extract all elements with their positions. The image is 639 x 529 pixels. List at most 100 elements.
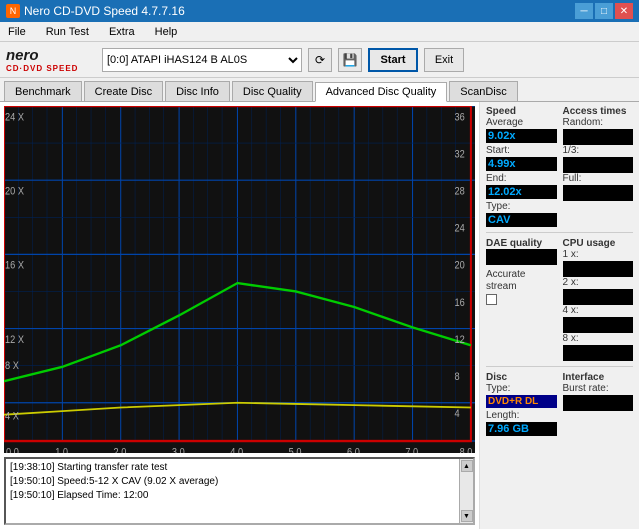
svg-text:1.0: 1.0 — [55, 447, 68, 453]
access-section: Access times Random: 1/3: Full: — [563, 106, 634, 227]
random-label: Random: — [563, 117, 634, 128]
speed-section: Speed Average 9.02x Start: 4.99x End: 12… — [486, 106, 557, 227]
start-button[interactable]: Start — [368, 48, 418, 72]
svg-text:2.0: 2.0 — [114, 447, 127, 453]
scroll-up[interactable]: ▲ — [461, 460, 473, 472]
average-value: 9.02x — [486, 129, 557, 143]
nero-logo: nero CD·DVD SPEED — [6, 47, 96, 73]
speed-title: Speed — [486, 106, 557, 117]
menu-help[interactable]: Help — [151, 24, 182, 40]
title-bar: N Nero CD-DVD Speed 4.7.7.16 ─ □ ✕ — [0, 0, 639, 22]
exit-button[interactable]: Exit — [424, 48, 464, 72]
title-bar-left: N Nero CD-DVD Speed 4.7.7.16 — [6, 4, 185, 18]
log-line-2: [19:50:10] Speed:5-12 X CAV (9.02 X aver… — [10, 475, 455, 489]
access-title: Access times — [563, 106, 634, 117]
stream-label: stream — [486, 281, 557, 292]
svg-text:16: 16 — [455, 297, 466, 309]
minimize-button[interactable]: ─ — [575, 3, 593, 19]
maximize-button[interactable]: □ — [595, 3, 613, 19]
start-label: Start: — [486, 145, 557, 156]
disc-type-value: DVD+R DL — [488, 396, 538, 407]
full-label: Full: — [563, 173, 634, 184]
8x-label: 8 x: — [563, 333, 634, 344]
svg-text:16 X: 16 X — [5, 260, 24, 272]
svg-text:8 X: 8 X — [5, 361, 19, 373]
8x-value — [563, 345, 634, 361]
third-value — [563, 157, 634, 173]
disc-title: Disc — [486, 372, 557, 383]
end-label: End: — [486, 173, 557, 184]
log-line-3: [19:50:10] Elapsed Time: 12:00 — [10, 489, 455, 503]
interface-title: Interface — [563, 372, 634, 383]
close-button[interactable]: ✕ — [615, 3, 633, 19]
length-label: Length: — [486, 410, 557, 421]
save-button[interactable]: 💾 — [338, 48, 362, 72]
chart-area: 0.0 1.0 2.0 3.0 4.0 5.0 6.0 7.0 8.0 24 X… — [4, 106, 475, 453]
svg-text:28: 28 — [455, 186, 466, 198]
svg-text:4.0: 4.0 — [230, 447, 243, 453]
svg-text:0.0: 0.0 — [6, 447, 19, 453]
divider-2 — [486, 366, 633, 367]
svg-text:24: 24 — [455, 223, 466, 235]
interface-section: Interface Burst rate: — [563, 372, 634, 436]
drive-selector[interactable]: [0:0] ATAPI iHAS124 B AL0S — [102, 48, 302, 72]
menu-bar: File Run Test Extra Help — [0, 22, 639, 42]
svg-text:8.0: 8.0 — [460, 447, 473, 453]
svg-text:4 X: 4 X — [5, 411, 19, 423]
tab-disc-quality[interactable]: Disc Quality — [232, 81, 313, 101]
svg-text:24 X: 24 X — [5, 112, 24, 124]
tabs: Benchmark Create Disc Disc Info Disc Qua… — [0, 78, 639, 102]
1x-label: 1 x: — [563, 249, 634, 260]
menu-extra[interactable]: Extra — [105, 24, 139, 40]
accurate-label: Accurate — [486, 269, 557, 280]
menu-run-test[interactable]: Run Test — [42, 24, 93, 40]
tab-scandisc[interactable]: ScanDisc — [449, 81, 517, 101]
accurate-section: Accurate stream — [486, 269, 557, 305]
main-content: 0.0 1.0 2.0 3.0 4.0 5.0 6.0 7.0 8.0 24 X… — [0, 102, 639, 529]
svg-text:32: 32 — [455, 149, 466, 161]
app-title: Nero CD-DVD Speed 4.7.7.16 — [24, 4, 185, 18]
speed-access-row: Speed Average 9.02x Start: 4.99x End: 12… — [486, 106, 633, 227]
nero-subtext: CD·DVD SPEED — [6, 64, 78, 73]
tab-create-disc[interactable]: Create Disc — [84, 81, 163, 101]
burst-value — [563, 395, 634, 411]
log-scrollbar[interactable]: ▲ ▼ — [459, 459, 473, 523]
chart-svg: 0.0 1.0 2.0 3.0 4.0 5.0 6.0 7.0 8.0 24 X… — [4, 106, 475, 453]
third-label: 1/3: — [563, 145, 634, 156]
dae-section: DAE quality Accurate stream — [486, 238, 557, 361]
svg-text:7.0: 7.0 — [405, 447, 418, 453]
dae-value — [486, 249, 557, 265]
svg-text:3.0: 3.0 — [172, 447, 185, 453]
log-content: [19:38:10] Starting transfer rate test [… — [6, 459, 459, 523]
accurate-checkbox[interactable] — [486, 294, 497, 305]
dae-cpu-row: DAE quality Accurate stream CPU usage 1 … — [486, 238, 633, 361]
svg-text:12: 12 — [455, 334, 466, 346]
app-icon: N — [6, 4, 20, 18]
scroll-down[interactable]: ▼ — [461, 510, 473, 522]
toolbar: nero CD·DVD SPEED [0:0] ATAPI iHAS124 B … — [0, 42, 639, 78]
type-value: CAV — [486, 213, 557, 227]
cpu-title: CPU usage — [563, 238, 634, 249]
tab-disc-info[interactable]: Disc Info — [165, 81, 230, 101]
4x-label: 4 x: — [563, 305, 634, 316]
accurate-checkbox-row — [486, 294, 557, 305]
svg-text:20 X: 20 X — [5, 186, 24, 198]
cpu-section: CPU usage 1 x: 2 x: 4 x: 8 x: — [563, 238, 634, 361]
svg-text:4: 4 — [455, 409, 461, 421]
title-bar-controls: ─ □ ✕ — [575, 3, 633, 19]
refresh-button[interactable]: ⟳ — [308, 48, 332, 72]
menu-file[interactable]: File — [4, 24, 30, 40]
svg-text:12 X: 12 X — [5, 334, 24, 346]
svg-text:8: 8 — [455, 371, 461, 383]
2x-label: 2 x: — [563, 277, 634, 288]
disc-interface-row: Disc Type: DVD+R DL Length: 7.96 GB Inte… — [486, 372, 633, 436]
tab-benchmark[interactable]: Benchmark — [4, 81, 82, 101]
divider-1 — [486, 232, 633, 233]
type-label: Type: — [486, 201, 557, 212]
tab-advanced-disc-quality[interactable]: Advanced Disc Quality — [315, 82, 448, 102]
dae-title: DAE quality — [486, 238, 557, 249]
full-value — [563, 185, 634, 201]
log-area: [19:38:10] Starting transfer rate test [… — [4, 457, 475, 525]
disc-type-badge: DVD+R DL — [486, 395, 557, 408]
svg-text:5.0: 5.0 — [289, 447, 302, 453]
